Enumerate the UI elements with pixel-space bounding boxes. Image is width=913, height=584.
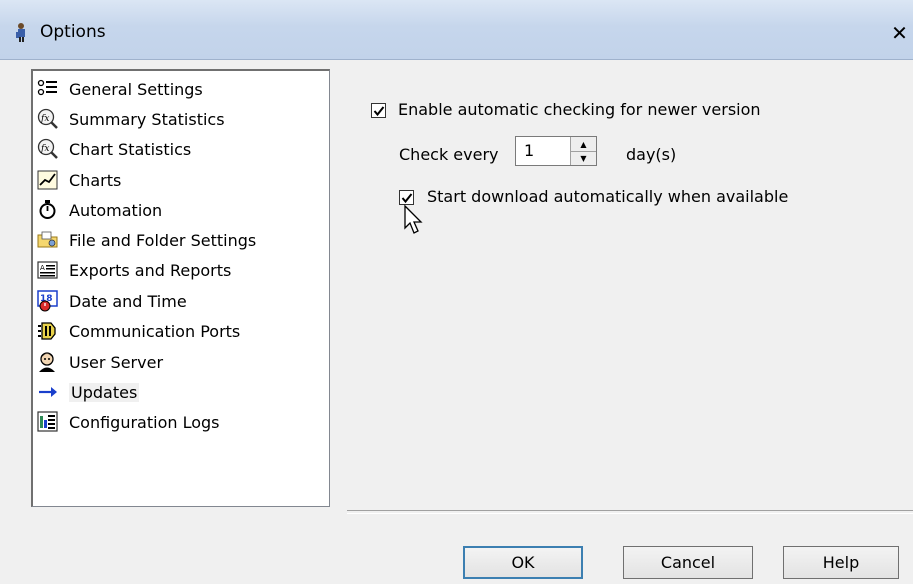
check-interval-spinner[interactable]: 1 ▲ ▼ bbox=[515, 136, 597, 166]
svg-text:fx: fx bbox=[40, 114, 49, 124]
check-every-unit-label: day(s) bbox=[626, 145, 677, 164]
check-interval-value[interactable]: 1 bbox=[524, 141, 534, 160]
close-button[interactable]: ✕ bbox=[886, 20, 913, 46]
app-icon bbox=[12, 22, 32, 42]
nav-item-date-and-time[interactable]: 18 Date and Time bbox=[37, 287, 187, 315]
footer-separator bbox=[347, 510, 913, 514]
line-chart-icon bbox=[37, 169, 59, 191]
nav-item-charts[interactable]: Charts bbox=[37, 166, 121, 194]
nav-item-automation[interactable]: Automation bbox=[37, 196, 162, 224]
close-icon: ✕ bbox=[891, 21, 908, 45]
title-bar[interactable]: Options ✕ bbox=[0, 0, 913, 60]
nav-item-label: Summary Statistics bbox=[69, 109, 225, 129]
nav-item-label: Exports and Reports bbox=[69, 260, 232, 280]
calendar-clock-icon: 18 bbox=[37, 290, 59, 312]
mouse-cursor-icon bbox=[404, 204, 423, 234]
folder-icon bbox=[37, 229, 59, 251]
log-icon bbox=[37, 411, 59, 433]
cancel-button[interactable]: Cancel bbox=[623, 546, 753, 579]
nav-item-label: Automation bbox=[69, 200, 163, 220]
caret-up-icon: ▲ bbox=[580, 139, 587, 149]
svg-text:A: A bbox=[40, 264, 45, 272]
nav-item-chart-statistics[interactable]: fx Chart Statistics bbox=[37, 135, 191, 163]
spinner-buttons: ▲ ▼ bbox=[570, 137, 596, 165]
nav-item-label: Communication Ports bbox=[69, 321, 241, 341]
caret-down-icon: ▼ bbox=[580, 153, 587, 163]
user-server-icon bbox=[37, 351, 59, 373]
options-dialog: Options ✕ General Settings fx Summary St… bbox=[0, 0, 913, 584]
nav-item-configuration-logs[interactable]: Configuration Logs bbox=[37, 408, 220, 436]
enable-auto-check-checkbox[interactable] bbox=[371, 103, 386, 118]
nav-item-label: Date and Time bbox=[69, 291, 187, 311]
nav-item-label: File and Folder Settings bbox=[69, 230, 257, 250]
port-icon bbox=[37, 320, 59, 342]
nav-item-label: Updates bbox=[69, 382, 140, 402]
nav-item-summary-statistics[interactable]: fx Summary Statistics bbox=[37, 105, 225, 133]
fx-statistics-icon: fx bbox=[37, 108, 59, 130]
window-title: Options bbox=[40, 22, 106, 42]
nav-item-label: Chart Statistics bbox=[69, 139, 192, 159]
spinner-down-button[interactable]: ▼ bbox=[571, 151, 596, 165]
stopwatch-icon bbox=[37, 199, 59, 221]
nav-item-label: User Server bbox=[69, 352, 164, 372]
nav-item-user-server[interactable]: User Server bbox=[37, 348, 163, 376]
spinner-up-button[interactable]: ▲ bbox=[571, 137, 596, 152]
report-icon: A bbox=[37, 259, 59, 281]
help-button[interactable]: Help bbox=[783, 546, 899, 579]
nav-item-label: General Settings bbox=[69, 79, 203, 99]
ok-button[interactable]: OK bbox=[463, 546, 583, 579]
enable-auto-check-label[interactable]: Enable automatic checking for newer vers… bbox=[398, 100, 761, 119]
settings-list-icon bbox=[37, 78, 59, 100]
nav-item-exports-and-reports[interactable]: A Exports and Reports bbox=[37, 256, 231, 284]
checkmark-icon bbox=[373, 105, 384, 116]
nav-item-communication-ports[interactable]: Communication Ports bbox=[37, 317, 240, 345]
check-every-label: Check every bbox=[399, 145, 499, 164]
nav-item-general-settings[interactable]: General Settings bbox=[37, 75, 203, 103]
nav-item-label: Charts bbox=[69, 170, 122, 190]
nav-item-label: Configuration Logs bbox=[69, 412, 220, 432]
nav-item-file-and-folder-settings[interactable]: File and Folder Settings bbox=[37, 226, 256, 254]
arrow-right-icon bbox=[37, 381, 59, 403]
svg-text:fx: fx bbox=[40, 144, 49, 154]
nav-item-updates[interactable]: Updates bbox=[37, 378, 140, 406]
checkmark-icon bbox=[401, 192, 412, 203]
auto-download-label[interactable]: Start download automatically when availa… bbox=[427, 187, 788, 206]
options-category-list[interactable]: General Settings fx Summary Statistics f… bbox=[31, 69, 330, 507]
fx-statistics-icon: fx bbox=[37, 138, 59, 160]
